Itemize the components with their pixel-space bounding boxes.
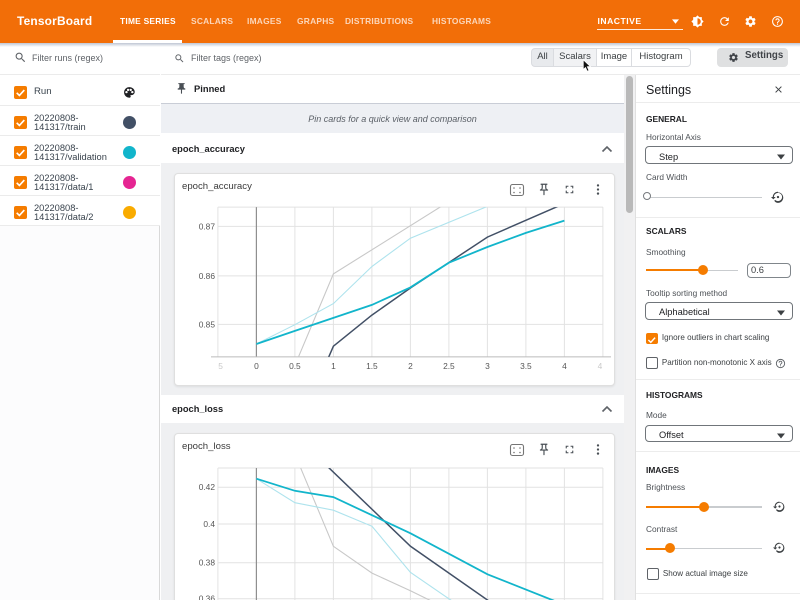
svg-text:0.86: 0.86 (199, 270, 216, 280)
svg-text:0.4: 0.4 (203, 519, 215, 529)
svg-text:0.42: 0.42 (199, 482, 216, 492)
svg-text:0.36: 0.36 (199, 593, 216, 600)
svg-text:0.85: 0.85 (199, 319, 216, 329)
svg-text:0: 0 (254, 361, 259, 371)
svg-text:4: 4 (598, 361, 603, 371)
svg-text:2: 2 (408, 361, 413, 371)
svg-text:3: 3 (485, 361, 490, 371)
svg-text:0.87: 0.87 (199, 221, 216, 231)
svg-text:4: 4 (562, 361, 567, 371)
svg-text:2.5: 2.5 (443, 361, 455, 371)
svg-text:5: 5 (218, 361, 223, 371)
svg-text:0.5: 0.5 (289, 361, 301, 371)
svg-text:3.5: 3.5 (520, 361, 532, 371)
svg-text:1.5: 1.5 (366, 361, 378, 371)
svg-text:1: 1 (331, 361, 336, 371)
svg-text:0.38: 0.38 (199, 557, 216, 567)
